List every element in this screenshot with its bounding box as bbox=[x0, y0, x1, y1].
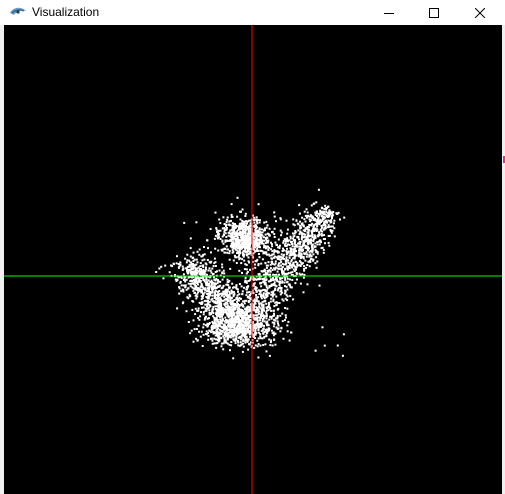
canvas-background bbox=[4, 25, 502, 494]
maximize-icon bbox=[429, 7, 439, 18]
visualization-window: Visualization bbox=[0, 0, 505, 494]
window-title: Visualization bbox=[32, 5, 100, 19]
minimize-button[interactable] bbox=[366, 0, 412, 25]
visualization-canvas[interactable] bbox=[4, 25, 502, 494]
maximize-button[interactable] bbox=[411, 0, 457, 25]
title-bar[interactable]: Visualization bbox=[0, 0, 505, 25]
app-eye-icon bbox=[9, 5, 27, 19]
close-icon bbox=[475, 7, 485, 18]
close-button[interactable] bbox=[457, 0, 503, 25]
point-cloud-svg bbox=[4, 25, 502, 494]
minimize-icon bbox=[384, 8, 394, 18]
